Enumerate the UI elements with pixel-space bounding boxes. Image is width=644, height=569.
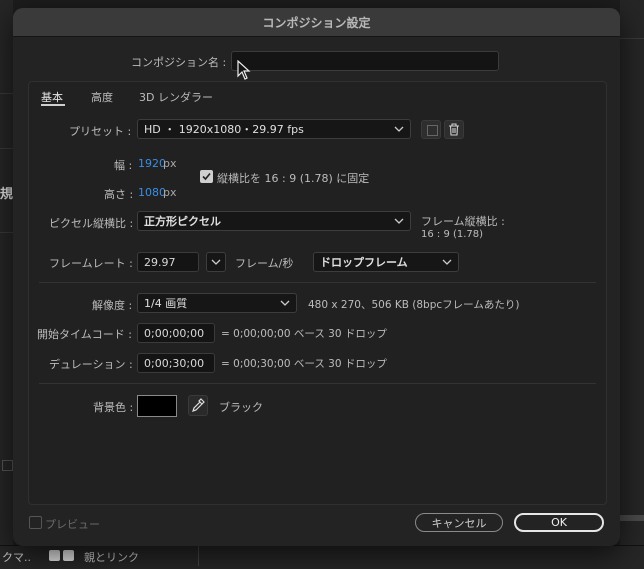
frame-rate-input[interactable]: 29.97: [137, 252, 199, 272]
delete-preset-button[interactable]: [444, 120, 464, 139]
lock-aspect-label: 縦横比を 16 : 9 (1.78) に固定: [217, 172, 370, 185]
bg-left-label: 規: [0, 187, 14, 202]
duration-input[interactable]: 0;00;30;00: [137, 353, 215, 373]
cancel-button[interactable]: キャンセル: [415, 513, 503, 532]
eyedropper-button[interactable]: [188, 395, 208, 416]
composition-settings-dialog: コンポジション設定 コンポジション名 : 基本 高度 3D レンダラー プリセッ…: [13, 8, 620, 546]
chevron-down-icon: [442, 259, 452, 265]
eyedropper-icon: [192, 398, 205, 412]
chevron-down-icon: [394, 126, 404, 132]
comp-name-input[interactable]: [231, 51, 499, 71]
bg-fx-icon[interactable]: [63, 550, 74, 561]
drop-frame-dropdown[interactable]: ドロップフレーム: [313, 252, 459, 272]
chevron-down-icon: [280, 300, 290, 306]
height-value[interactable]: 1080: [138, 186, 166, 199]
bg-color-name: ブラック: [219, 401, 263, 414]
width-value[interactable]: 1920: [138, 157, 166, 170]
resolution-dropdown[interactable]: 1/4 画質: [137, 293, 297, 313]
bg-color-swatch[interactable]: [137, 395, 177, 417]
preset-value: HD ・ 1920x1080・29.97 fps: [144, 123, 304, 136]
chevron-down-icon: [211, 259, 221, 265]
bg-right-divider: [620, 38, 644, 39]
ok-button[interactable]: OK: [514, 513, 604, 532]
lock-aspect-checkbox[interactable]: [200, 170, 213, 183]
height-unit: px: [163, 186, 177, 199]
bg-timeline-ruler: [198, 546, 644, 566]
tab-advanced[interactable]: 高度: [91, 89, 113, 105]
frame-rate-label: フレームレート :: [49, 257, 133, 270]
duration-label: デュレーション :: [49, 358, 133, 371]
bg-left-divider: [0, 148, 13, 149]
bg-left-divider: [0, 232, 13, 233]
preset-dropdown[interactable]: HD ・ 1920x1080・29.97 fps: [137, 119, 411, 139]
preview-label: プレビュー: [45, 518, 100, 531]
settings-panel: 基本 高度 3D レンダラー プリセット : HD ・ 1920x1080・29…: [28, 81, 607, 505]
preset-label: プリセット :: [69, 125, 132, 138]
tab-basic-underline: [41, 104, 65, 106]
bg-left-square: [2, 460, 13, 471]
pixel-aspect-value: 正方形ピクセル: [144, 215, 221, 228]
duration-info: = 0;00;30;00 ベース 30 ドロップ: [221, 358, 387, 370]
preview-checkbox[interactable]: [29, 516, 42, 529]
width-unit: px: [163, 157, 177, 170]
checkmark-icon: [202, 172, 211, 181]
bg-right-scrollbar[interactable]: [620, 515, 644, 521]
bg-right-strip: [620, 0, 644, 545]
pixel-aspect-dropdown[interactable]: 正方形ピクセル: [137, 211, 411, 231]
comp-name-label: コンポジション名 :: [131, 56, 227, 69]
bg-bottom-text: クマ..: [2, 551, 31, 564]
pixel-aspect-label: ピクセル縦横比 :: [49, 217, 134, 230]
resolution-info: 480 x 270、506 KB (8bpcフレームあたり): [308, 299, 520, 311]
drop-frame-value: ドロップフレーム: [320, 256, 408, 269]
save-preset-icon: [427, 125, 438, 136]
divider: [39, 282, 596, 283]
tab-basic[interactable]: 基本: [41, 89, 63, 105]
save-preset-button[interactable]: [421, 120, 441, 139]
bg-parent-link-label: 親とリンク: [84, 551, 139, 564]
dialog-title: コンポジション設定: [13, 8, 620, 37]
tab-3d-renderer[interactable]: 3D レンダラー: [139, 89, 213, 105]
resolution-label: 解像度 :: [92, 299, 133, 312]
frame-rate-dropdown[interactable]: [206, 252, 226, 272]
start-timecode-input[interactable]: 0;00;00;00: [137, 323, 215, 343]
width-label: 幅 :: [114, 159, 133, 172]
resolution-value: 1/4 画質: [144, 297, 188, 310]
divider: [39, 383, 596, 384]
bg-left-divider: [0, 93, 13, 94]
frame-rate-unit: フレーム/秒: [235, 257, 294, 270]
start-timecode-label: 開始タイムコード :: [37, 328, 132, 341]
frame-aspect-value: 16 : 9 (1.78): [421, 229, 484, 240]
mouse-cursor-icon: [237, 60, 251, 80]
chevron-down-icon: [394, 218, 404, 224]
start-timecode-info: = 0;00;00;00 ベース 30 ドロップ: [221, 328, 387, 340]
bg-color-label: 背景色 :: [93, 401, 134, 414]
frame-aspect-label: フレーム縦横比 :: [421, 215, 505, 228]
height-label: 高さ :: [104, 188, 134, 201]
bg-solo-icon[interactable]: [49, 550, 60, 561]
trash-icon: [449, 123, 459, 136]
